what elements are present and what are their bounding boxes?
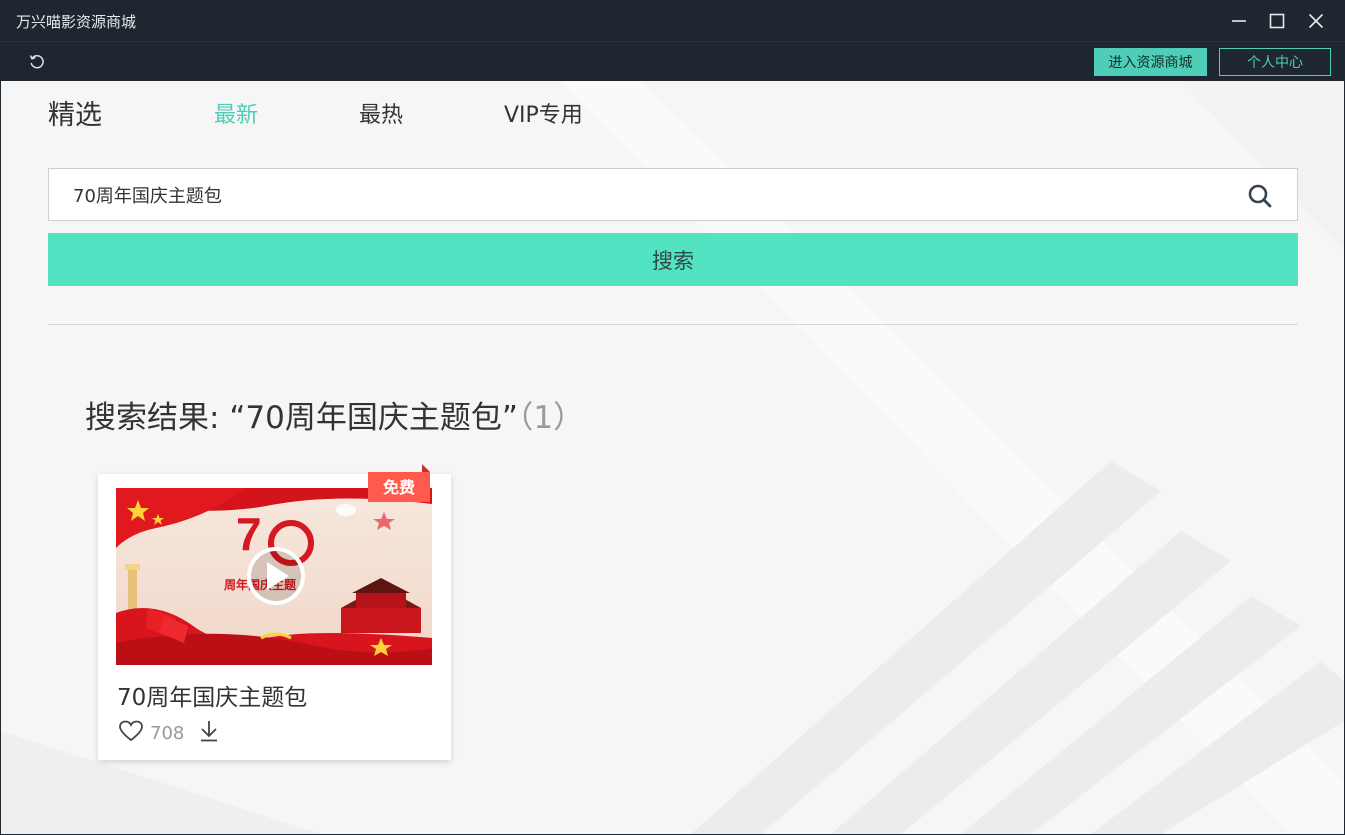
title-bar: 万兴喵影资源商城 [0,0,1345,41]
result-query: “70周年国庆主题包” [229,400,518,436]
result-prefix: 搜索结果: [85,400,230,436]
profile-button[interactable]: 个人中心 [1219,48,1331,76]
search-button[interactable]: 搜索 [48,233,1298,286]
heart-icon[interactable] [118,719,144,743]
result-count: （1） [517,400,585,436]
tab-hottest[interactable]: 最热 [359,97,403,129]
close-button[interactable] [1303,8,1329,34]
refresh-button[interactable] [27,52,47,72]
tab-featured[interactable]: 精选 [48,93,102,132]
close-icon [1308,13,1324,29]
main-content: 精选 最新 最热 VIP专用 搜索 搜索结果: “70周年国庆主题包”（1） [1,81,1344,834]
search-input[interactable] [73,181,1223,209]
enter-store-button[interactable]: 进入资源商城 [1094,48,1207,76]
download-icon[interactable] [198,719,220,743]
search-icon[interactable] [1247,183,1273,209]
resource-title[interactable]: 70周年国庆主题包 [117,678,307,712]
divider [48,324,1298,325]
maximize-icon [1269,13,1285,29]
search-box [48,168,1298,221]
resource-card[interactable]: 7 周年国庆主题 免费 70周年国庆主题包 708 [98,464,451,760]
minimize-icon [1232,20,1246,22]
svg-text:7: 7 [236,508,262,560]
toolbar: 进入资源商城 个人中心 [0,41,1345,81]
minimize-button[interactable] [1226,8,1252,34]
maximize-button[interactable] [1264,8,1290,34]
window-title: 万兴喵影资源商城 [16,13,137,31]
refresh-icon [29,54,44,69]
free-badge: 免费 [382,478,415,497]
thumbnail-image: 7 周年国庆主题 [116,488,432,665]
play-icon[interactable] [247,547,305,605]
resource-thumbnail[interactable]: 7 周年国庆主题 [116,488,432,665]
tab-latest[interactable]: 最新 [214,97,258,129]
tab-vip[interactable]: VIP专用 [504,97,583,129]
search-result-heading: 搜索结果: “70周年国庆主题包”（1） [85,392,584,437]
like-count: 708 [150,723,185,744]
